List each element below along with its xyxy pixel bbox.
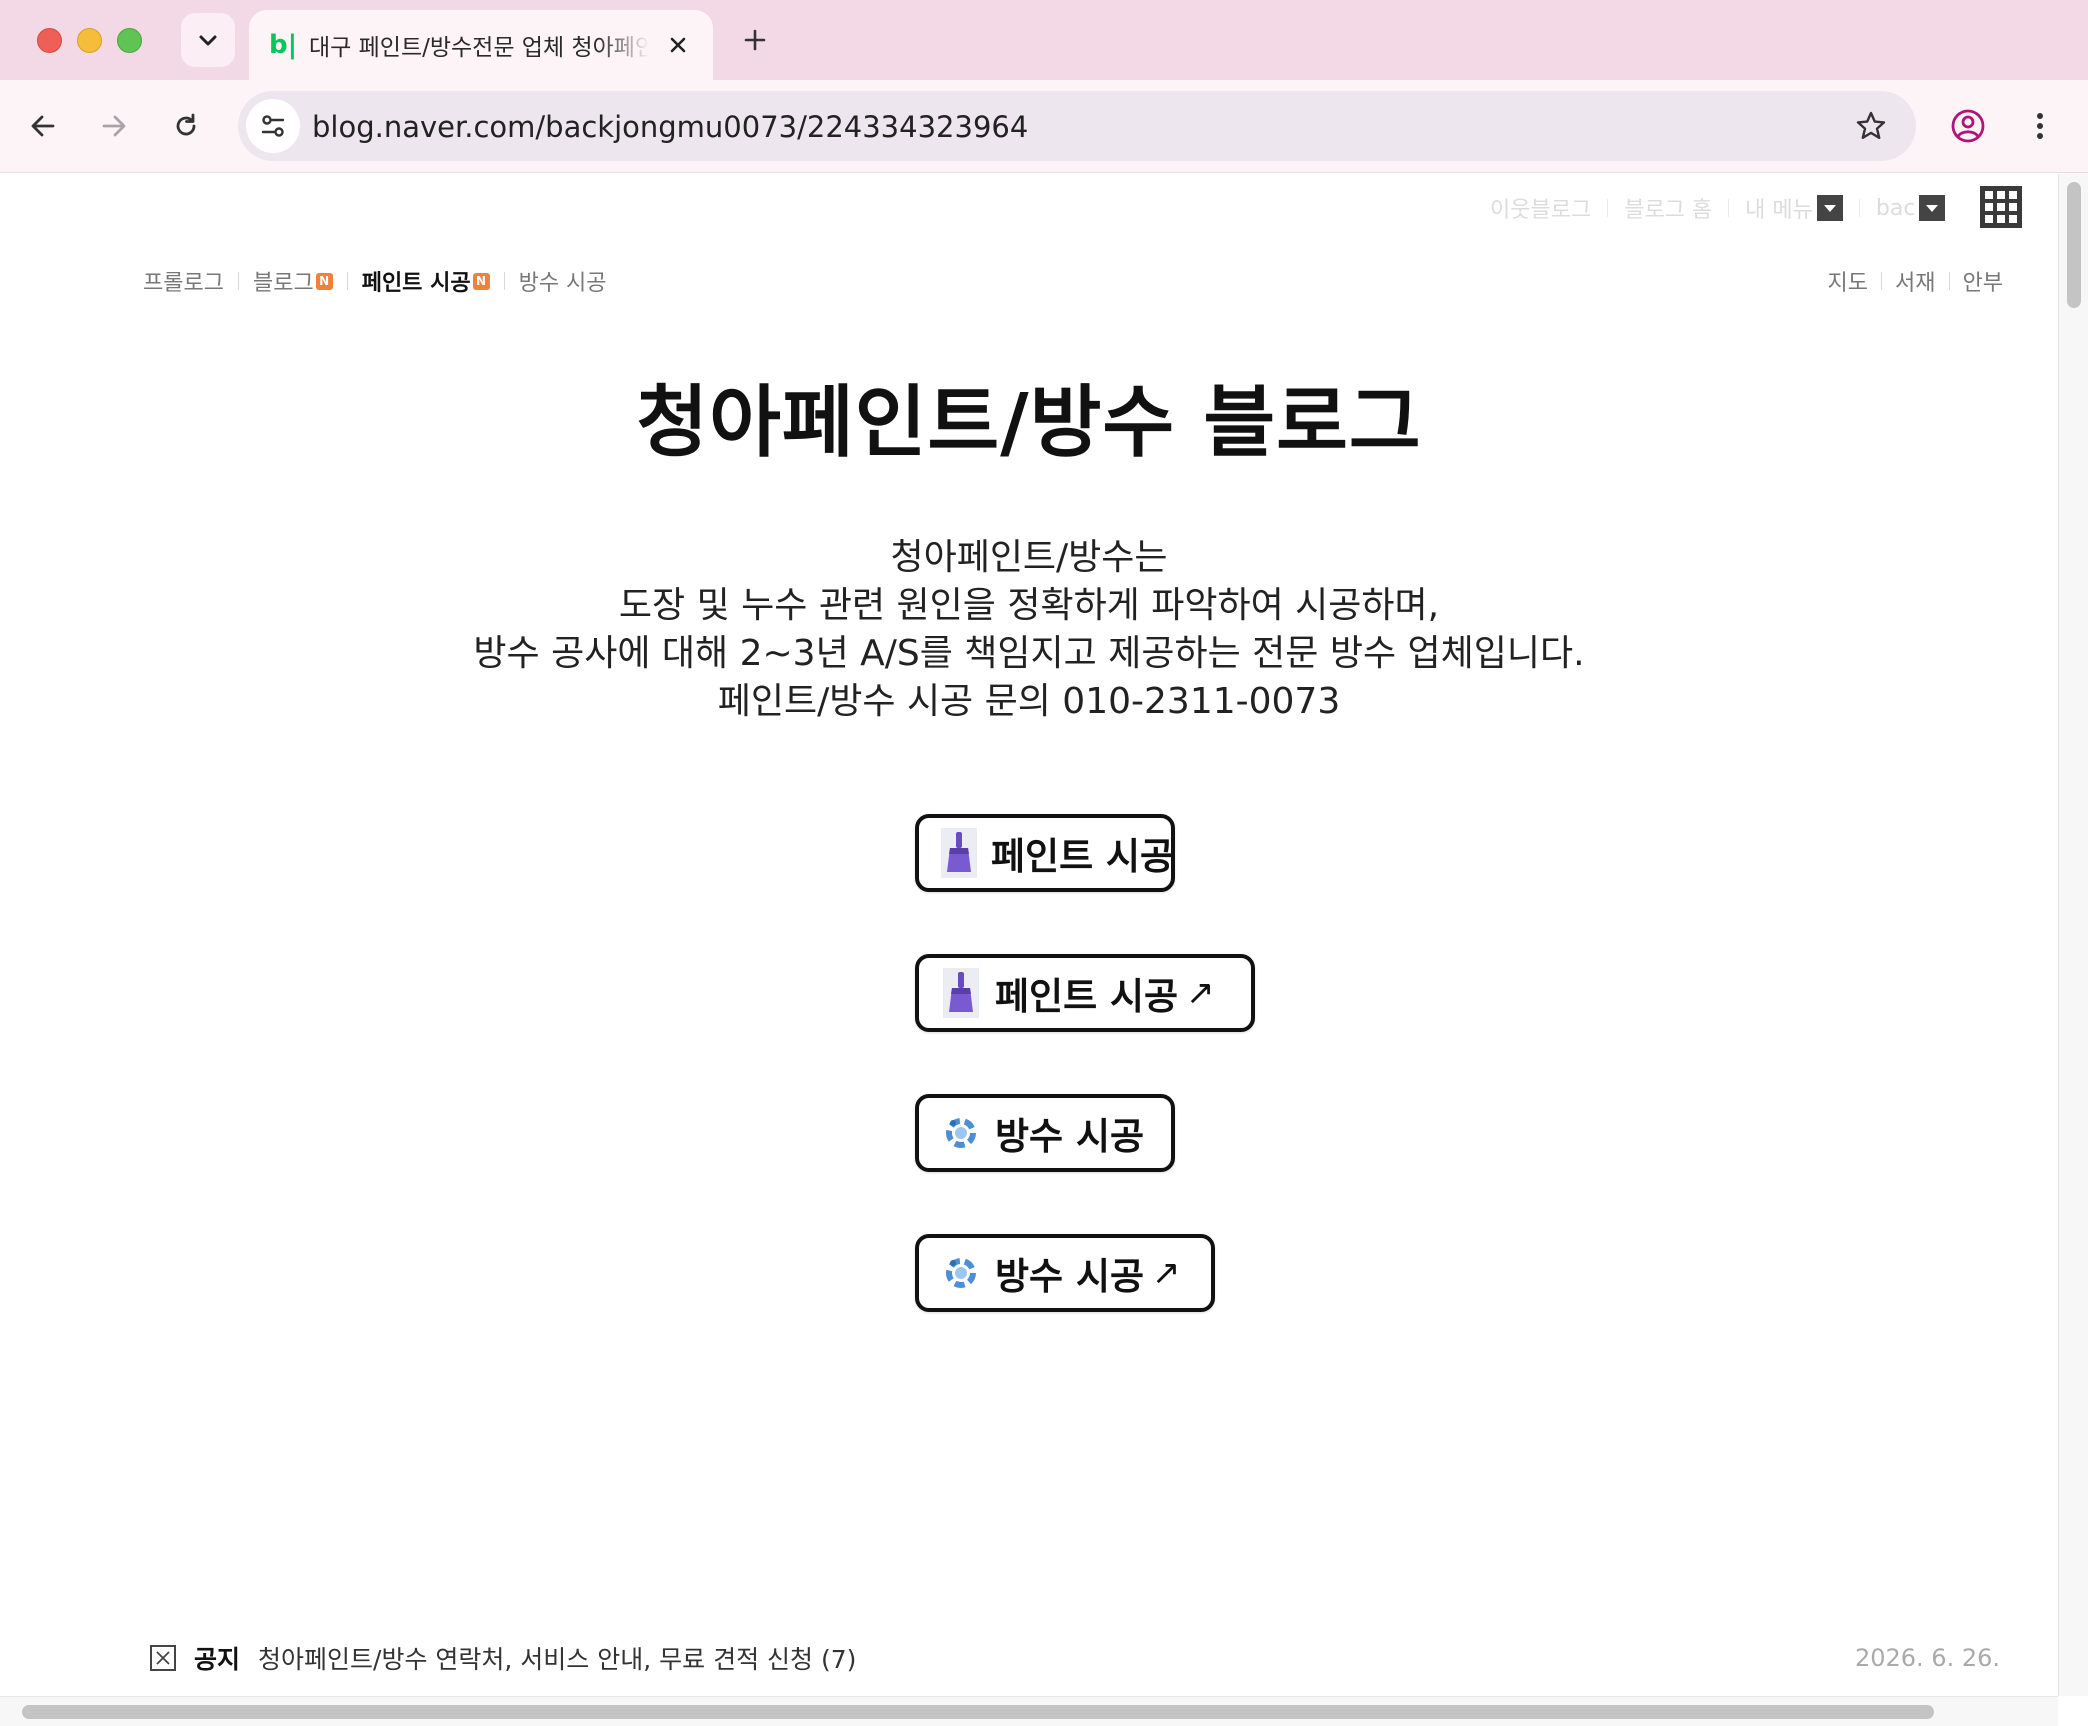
naver-global-nav: 이웃블로그 블로그 홈 내 메뉴 bac: [1490, 192, 1946, 224]
tab-close-button[interactable]: [663, 30, 693, 60]
reload-icon: [176, 113, 196, 136]
blog-home-link[interactable]: 블로그 홈: [1624, 192, 1712, 224]
blog-category-menu: 프롤로그 블로그 N 페인트 시공 N 방수 시공: [143, 265, 607, 297]
intro-line: 도장 및 누수 관련 원인을 정확하게 파악하여 시공하며,: [618, 585, 1440, 626]
notice-bar: 공지 청아페인트/방수 연락처, 서비스 안내, 무료 견적 신청 (7) 20…: [150, 1640, 2000, 1676]
button-label: 페인트 시공: [991, 835, 1175, 878]
paint-brush-icon: [941, 967, 981, 1019]
divider: [1728, 199, 1730, 217]
menu-paint[interactable]: 페인트 시공 N: [362, 265, 490, 297]
intro-line: 페인트/방수 시공 문의 010-2311-0073: [717, 681, 1341, 722]
divider: [346, 272, 348, 290]
reload-button[interactable]: [162, 102, 210, 150]
site-info-button[interactable]: [246, 99, 300, 153]
external-link-arrow-icon: ↗: [1152, 1253, 1181, 1293]
menu-bookshelf[interactable]: 서재: [1895, 265, 1935, 297]
browser-menu-button[interactable]: [2016, 102, 2064, 150]
bookmark-button[interactable]: [1852, 107, 1890, 145]
tab-title: 대구 페인트/방수전문 업체 청아페인트: [309, 35, 649, 61]
menu-blog[interactable]: 블로그 N: [253, 265, 333, 297]
button-label: 페인트 시공: [995, 975, 1179, 1018]
vertical-scrollbar[interactable]: [2058, 174, 2088, 1696]
menu-prologue[interactable]: 프롤로그: [143, 265, 224, 297]
waterproof-construction-external-button[interactable]: 방수 시공 ↗: [915, 1234, 1215, 1312]
close-window-button[interactable]: [37, 28, 62, 53]
menu-greeting[interactable]: 안부: [1963, 265, 2003, 297]
star-icon: [1856, 111, 1886, 139]
water-drop-icon: [941, 1247, 981, 1299]
my-menu-dropdown-icon[interactable]: [1816, 195, 1843, 221]
divider: [1948, 272, 1950, 290]
close-icon: [156, 1651, 170, 1665]
browser-tab-strip: b| 대구 페인트/방수전문 업체 청아페인트: [0, 0, 2088, 80]
app-grid-button[interactable]: [1980, 186, 2022, 228]
divider: [237, 272, 239, 290]
paint-construction-external-button[interactable]: 페인트 시공 ↗: [915, 954, 1255, 1032]
waterproof-construction-button[interactable]: 방수 시공: [915, 1094, 1175, 1172]
paint-brush-icon: [941, 827, 977, 879]
blog-utility-menu: 지도 서재 안부: [1828, 265, 2003, 297]
divider: [1858, 199, 1860, 217]
new-badge: N: [472, 272, 490, 290]
menu-map[interactable]: 지도: [1828, 265, 1868, 297]
browser-toolbar: blog.naver.com/backjongmu0073/2243343239…: [0, 80, 2088, 173]
blog-title: 청아페인트/방수 블로그: [636, 378, 1422, 468]
chevron-down-icon: [199, 35, 217, 46]
arrow-left-icon: [31, 115, 55, 137]
close-icon: [670, 37, 686, 53]
external-link-arrow-icon: ↗: [1186, 973, 1215, 1013]
back-button[interactable]: [19, 102, 67, 150]
menu-waterproof[interactable]: 방수 시공: [519, 265, 607, 297]
horizontal-scroll-thumb[interactable]: [22, 1705, 1934, 1719]
plus-icon: [744, 29, 766, 51]
neighbor-blog-link[interactable]: 이웃블로그: [1490, 192, 1591, 224]
naver-blog-favicon-icon: b|: [269, 30, 298, 60]
divider: [1881, 272, 1883, 290]
notice-close-button[interactable]: [150, 1645, 176, 1671]
page-viewport: 이웃블로그 블로그 홈 내 메뉴 bac 프롤로그 블로그 N 페인트 시공 N 방…: [0, 174, 2058, 1696]
vertical-scroll-thumb[interactable]: [2067, 182, 2081, 308]
user-dropdown-icon[interactable]: [1919, 195, 1946, 221]
intro-line: 청아페인트/방수는: [890, 537, 1168, 578]
more-vertical-icon: [2037, 113, 2043, 139]
water-drop-icon: [941, 1107, 981, 1159]
url-text[interactable]: blog.naver.com/backjongmu0073/2243343239…: [312, 110, 1028, 144]
profile-button[interactable]: [1944, 102, 1992, 150]
paint-construction-button[interactable]: 페인트 시공: [915, 814, 1175, 892]
new-badge: N: [315, 272, 333, 290]
account-circle-icon: [1951, 109, 1985, 143]
address-bar[interactable]: blog.naver.com/backjongmu0073/2243343239…: [238, 91, 1916, 161]
arrow-right-icon: [102, 115, 126, 137]
tune-icon: [261, 115, 285, 137]
notice-date: 2026. 6. 26.: [1854, 1644, 2000, 1672]
user-id-link[interactable]: bac: [1876, 196, 1916, 221]
button-label: 방수 시공: [995, 1255, 1145, 1298]
forward-button[interactable]: [90, 102, 138, 150]
menu-paint-label: 페인트 시공: [361, 271, 471, 296]
notice-link[interactable]: 청아페인트/방수 연락처, 서비스 안내, 무료 견적 신청 (7): [258, 1640, 856, 1676]
blog-intro: 청아페인트/방수는 도장 및 누수 관련 원인을 정확하게 파악하여 시공하며,…: [0, 534, 2058, 726]
menu-blog-label: 블로그: [252, 271, 314, 296]
divider: [503, 272, 505, 290]
notice-label: 공지: [194, 1645, 241, 1674]
button-label: 방수 시공: [995, 1115, 1145, 1158]
intro-line: 방수 공사에 대해 2~3년 A/S를 책임지고 제공하는 전문 방수 업체입니…: [473, 633, 1585, 674]
horizontal-scrollbar[interactable]: [0, 1696, 2058, 1726]
divider: [1607, 199, 1609, 217]
minimize-window-button[interactable]: [77, 28, 102, 53]
zoom-window-button[interactable]: [117, 28, 142, 53]
tab-search-button[interactable]: [181, 13, 235, 67]
my-menu-link[interactable]: 내 메뉴: [1745, 192, 1813, 224]
browser-tab-active[interactable]: b| 대구 페인트/방수전문 업체 청아페인트: [249, 10, 713, 80]
new-tab-button[interactable]: [735, 20, 775, 60]
